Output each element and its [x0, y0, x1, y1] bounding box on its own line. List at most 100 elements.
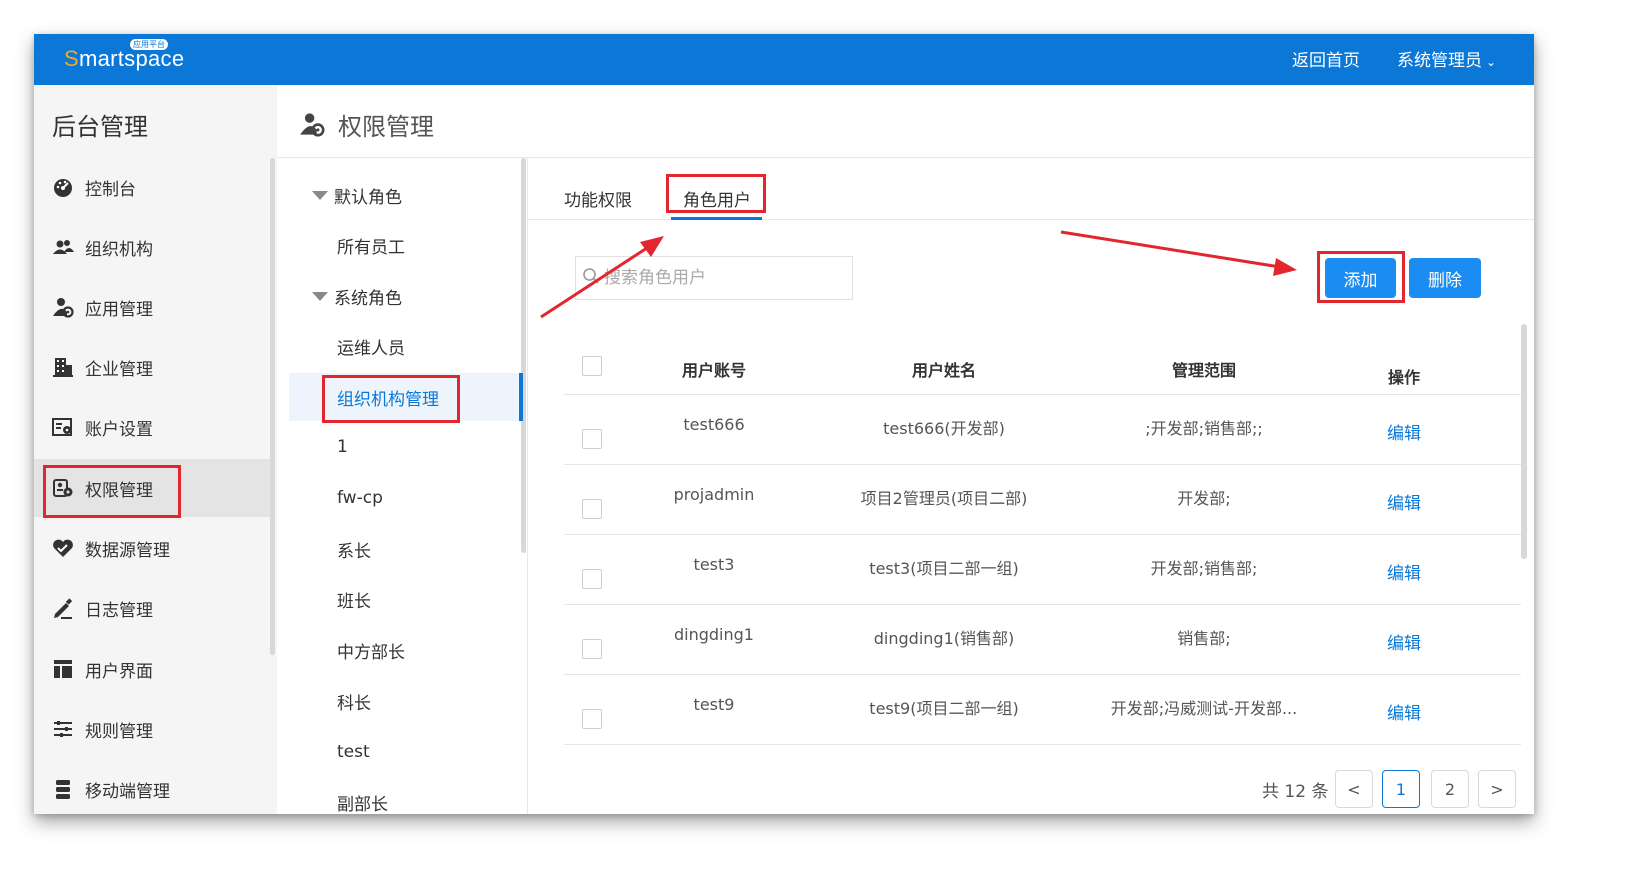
app-window: Smartspace 应用平台 返回首页 系统管理员 ⌄ 后台管理 控制台 组织机… — [34, 34, 1534, 814]
tree-item[interactable]: 系长 — [289, 525, 519, 573]
sidebar-item-label: 日志管理 — [85, 600, 153, 621]
users-icon — [52, 236, 74, 258]
row-checkbox[interactable] — [574, 535, 610, 604]
tab-function-permission[interactable]: 功能权限 — [564, 186, 632, 211]
column-header: 操作 — [1387, 368, 1420, 387]
tree-item[interactable]: 中方部长 — [289, 626, 519, 674]
sidebar-item-account[interactable]: 账户设置 — [34, 398, 270, 456]
tree-item[interactable]: 班长 — [289, 575, 519, 623]
row-checkbox[interactable] — [574, 605, 610, 674]
checkbox[interactable] — [582, 639, 602, 659]
sidebar-item-dashboard[interactable]: 控制台 — [34, 158, 270, 216]
sidebar-item-label: 账户设置 — [85, 419, 153, 440]
tree-item[interactable]: 1 — [289, 423, 519, 471]
pen-icon — [52, 597, 74, 619]
tree-item-label: 默认角色 — [334, 187, 402, 208]
tree-item[interactable]: 科长 — [289, 677, 519, 725]
sidebar-item-mobile[interactable]: 移动端管理 — [34, 760, 270, 814]
layout-icon — [52, 658, 74, 680]
row-checkbox[interactable] — [574, 675, 610, 744]
page-button-2[interactable]: 2 — [1431, 770, 1469, 808]
tree-item-label: 系统角色 — [334, 288, 402, 309]
checkbox[interactable] — [582, 709, 602, 729]
checkbox[interactable] — [582, 499, 602, 519]
edit-link[interactable]: 编辑 — [1354, 535, 1454, 604]
table-row: dingding1 dingding1(销售部) 销售部; 编辑 — [564, 605, 1521, 675]
select-all-checkbox[interactable] — [574, 340, 610, 394]
sidebar-item-ui[interactable]: 用户界面 — [34, 640, 270, 698]
sidebar-item-rules[interactable]: 规则管理 — [34, 700, 270, 758]
column-header: 用户姓名 — [911, 361, 976, 380]
table-row: test666 test666(开发部) ;开发部;销售部;; 编辑 — [564, 395, 1521, 465]
delete-button[interactable]: 删除 — [1409, 258, 1481, 298]
edit-link-label[interactable]: 编辑 — [1387, 629, 1421, 654]
caret-down-icon — [312, 190, 328, 200]
role-tree-scrollbar[interactable] — [521, 158, 526, 553]
sidebar-item-log[interactable]: 日志管理 — [34, 579, 270, 637]
tree-item[interactable]: 运维人员 — [289, 322, 519, 370]
search-input[interactable] — [604, 268, 844, 288]
checkbox[interactable] — [582, 429, 602, 449]
tab-active-indicator — [671, 217, 762, 220]
edit-link-label[interactable]: 编辑 — [1387, 489, 1421, 514]
search-icon — [582, 267, 600, 289]
tree-item-label: 所有员工 — [337, 237, 405, 258]
checkbox[interactable] — [582, 356, 602, 376]
tree-group-default[interactable]: 默认角色 — [289, 171, 519, 219]
checkbox[interactable] — [582, 569, 602, 589]
database-icon — [52, 778, 74, 800]
tree-item[interactable]: test — [289, 728, 519, 776]
search-box[interactable] — [575, 256, 853, 300]
tree-item[interactable]: 所有员工 — [289, 221, 519, 269]
cell-name: test666(开发部) — [883, 419, 1005, 438]
tree-item[interactable]: 副部长 — [289, 778, 519, 815]
tree-item[interactable]: fw-cp — [289, 474, 519, 522]
sidebar-scrollbar[interactable] — [270, 158, 275, 655]
edit-link-label[interactable]: 编辑 — [1387, 559, 1421, 584]
sidebar-item-enterprise[interactable]: 企业管理 — [34, 338, 270, 396]
user-menu-label: 系统管理员 — [1397, 51, 1482, 71]
table-scrollbar[interactable] — [1521, 324, 1527, 559]
tree-group-system[interactable]: 系统角色 — [289, 272, 519, 320]
sidebar-item-org[interactable]: 组织机构 — [34, 218, 270, 276]
user-menu[interactable]: 系统管理员 ⌄ — [1397, 46, 1496, 71]
sidebar-title: 后台管理 — [52, 113, 148, 141]
annotation-box-tab — [666, 174, 766, 213]
account-settings-icon — [52, 416, 74, 438]
edit-link[interactable]: 编辑 — [1354, 605, 1454, 674]
prev-page-button[interactable]: < — [1335, 770, 1373, 808]
caret-down-icon — [312, 291, 328, 301]
content-header: 权限管理 — [277, 85, 1534, 158]
cell-name: dingding1(销售部) — [873, 629, 1015, 648]
edit-link[interactable]: 编辑 — [1354, 395, 1454, 464]
table-row: test9 test9(项目二部一组) 开发部;冯威测试-开发部... 编辑 — [564, 675, 1521, 745]
sidebar-item-apps[interactable]: 应用管理 — [34, 278, 270, 336]
tree-item-label: 中方部长 — [337, 642, 405, 663]
user-gear-icon — [52, 296, 74, 318]
sidebar-item-label: 移动端管理 — [85, 781, 170, 802]
row-checkbox[interactable] — [574, 465, 610, 534]
cell-scope: 开发部;销售部; — [1150, 559, 1258, 578]
edit-link[interactable]: 编辑 — [1354, 675, 1454, 744]
next-page-button[interactable]: > — [1478, 770, 1516, 808]
table-row: projadmin 项目2管理员(项目二部) 开发部; 编辑 — [564, 465, 1521, 535]
cell-name: test3(项目二部一组) — [869, 559, 1019, 578]
role-users-table: 用户账号 用户姓名 管理范围 操作 test666 test666(开发部) ;… — [564, 340, 1521, 745]
page-button-1[interactable]: 1 — [1382, 770, 1420, 808]
edit-link-label[interactable]: 编辑 — [1387, 699, 1421, 724]
home-link[interactable]: 返回首页 — [1292, 46, 1360, 71]
logo-badge: 应用平台 — [130, 39, 168, 50]
cell-account: test666 — [683, 415, 745, 434]
top-bar: Smartspace 应用平台 返回首页 系统管理员 ⌄ — [34, 34, 1534, 85]
page-title: 权限管理 — [338, 113, 434, 141]
datasource-icon — [52, 537, 74, 559]
row-checkbox[interactable] — [574, 395, 610, 464]
sidebar-item-datasource[interactable]: 数据源管理 — [34, 519, 270, 577]
sidebar-item-label: 组织机构 — [85, 239, 153, 260]
annotation-box-add — [1317, 251, 1405, 303]
tree-item-label: fw-cp — [337, 488, 383, 508]
edit-link-label[interactable]: 编辑 — [1387, 419, 1421, 444]
edit-link[interactable]: 编辑 — [1354, 465, 1454, 534]
tree-item-label: 科长 — [337, 693, 371, 714]
chevron-left-icon: < — [1347, 779, 1361, 799]
